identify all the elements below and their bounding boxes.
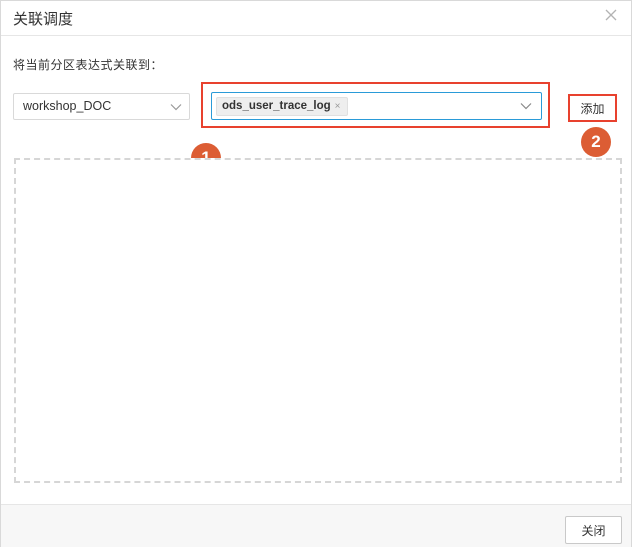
- step-badge-2: 2: [581, 127, 611, 157]
- hint-text: 将当前分区表达式关联到：: [13, 58, 164, 72]
- close-icon[interactable]: [602, 6, 620, 24]
- dialog-title: 关联调度: [13, 11, 74, 28]
- selected-table-tag: ods_user_trace_log ×: [216, 97, 348, 116]
- close-button[interactable]: 关闭: [565, 516, 622, 544]
- chevron-down-icon: [170, 104, 182, 111]
- dialog-footer: 关闭: [1, 504, 631, 547]
- chevron-down-icon: [520, 103, 532, 110]
- tag-remove-icon[interactable]: ×: [335, 101, 341, 112]
- workspace-select-value: workshop_DOC: [23, 99, 112, 113]
- linked-items-area: [14, 158, 622, 483]
- selected-table-tag-label: ods_user_trace_log: [222, 100, 331, 112]
- dialog-header: 关联调度: [1, 1, 631, 36]
- link-schedule-dialog: 关联调度 将当前分区表达式关联到： workshop_DOC ods_user_…: [0, 0, 632, 547]
- workspace-select[interactable]: workshop_DOC: [13, 93, 190, 120]
- table-multi-select[interactable]: ods_user_trace_log ×: [211, 92, 542, 120]
- add-button[interactable]: 添加: [571, 96, 614, 120]
